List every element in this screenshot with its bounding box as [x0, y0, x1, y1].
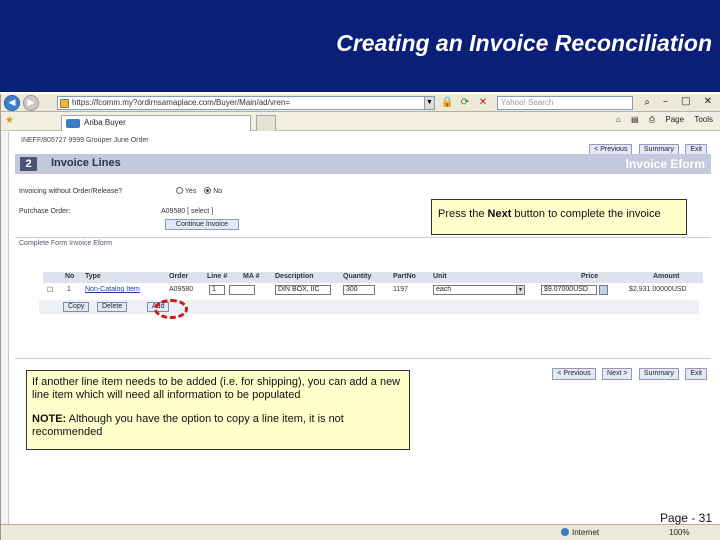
tools-menu[interactable]: Tools — [694, 115, 713, 124]
sub-header: Complete Form Invoice Eform — [15, 237, 711, 250]
step-title: Invoice Lines — [51, 157, 121, 169]
page-number: Page - 31 — [659, 511, 712, 525]
callout-note-bold: NOTE: — [32, 413, 67, 425]
address-toolbar: ◀ ▶ https://fcomm.my?ordirnsamaplace.com… — [1, 94, 720, 112]
new-tab-button[interactable] — [256, 115, 276, 131]
row-checkbox[interactable]: ☐ — [47, 286, 53, 294]
address-bar[interactable]: https://fcomm.my?ordirnsamaplace.com/Buy… — [57, 96, 435, 110]
col-ma: MA # — [243, 273, 260, 280]
step-number: 2 — [20, 157, 37, 171]
continue-invoice-button[interactable]: Continue Invoice — [165, 219, 239, 230]
browser-window: ◀ ▶ https://fcomm.my?ordirnsamaplace.com… — [0, 94, 720, 540]
add-button-highlight — [154, 299, 188, 319]
security-zone: Internet — [561, 528, 599, 537]
line-number-input[interactable]: 1 — [209, 285, 225, 295]
forward-arrow-icon[interactable]: ▶ — [23, 95, 39, 111]
context-line: INEFF/805727 9999 Grouper June Order — [21, 137, 149, 144]
line-grid-header: No Type Order Line # MA # Description Qu… — [43, 272, 703, 283]
favorites-star-icon[interactable]: ★ — [5, 115, 14, 126]
quantity-input[interactable]: 300 — [343, 285, 375, 295]
command-bar: ⌂ ▤ ⎙ Page Tools — [608, 115, 713, 125]
cell-no: 1 — [67, 286, 71, 293]
search-icon[interactable]: ⌕ — [641, 97, 653, 109]
po-value-link[interactable]: A09580 [ select ] — [161, 208, 213, 215]
cell-type-link[interactable]: Non-Catalog Item — [85, 286, 140, 293]
col-description: Description — [275, 273, 314, 280]
unit-select-value: each — [436, 286, 452, 293]
col-partno: PartNo — [393, 273, 416, 280]
cell-order: A09580 — [169, 286, 194, 293]
status-bar: Internet 100% — [1, 524, 720, 540]
chevron-down-icon: ▼ — [516, 286, 524, 294]
next-instruction-callout: Press the Next button to complete the in… — [431, 199, 687, 235]
col-unit: Unit — [433, 273, 447, 280]
tab-bar: ★ Ariba Buyer ⌂ ▤ ⎙ Page Tools — [1, 112, 720, 131]
exit-button-bottom[interactable]: Exit — [685, 368, 707, 380]
po-label: Purchase Order: — [19, 208, 71, 215]
slide-title-band: Creating an Invoice Reconciliation — [0, 0, 720, 92]
col-no: No — [65, 273, 75, 280]
col-quantity: Quantity — [343, 273, 372, 280]
radio-no-label: No — [213, 188, 223, 195]
tab-title: Ariba Buyer — [84, 118, 126, 127]
radio-yes-label: Yes — [184, 188, 197, 195]
ariba-page: INEFF/805727 9999 Grouper June Order < P… — [15, 132, 711, 527]
lock-icon: 🔒 — [441, 97, 454, 108]
stop-icon[interactable]: ✕ — [477, 97, 489, 109]
ariba-logo-icon — [66, 119, 80, 128]
col-line: Line # — [207, 273, 228, 280]
bottom-nav-buttons: < Previous Next > Summary Exit — [550, 362, 707, 380]
address-dropdown-button[interactable]: ▼ — [424, 96, 435, 110]
page-menu[interactable]: Page — [665, 115, 684, 124]
previous-button-bottom[interactable]: < Previous — [552, 368, 596, 380]
callout-next-post: button to complete the invoice — [511, 208, 661, 220]
cell-amount: $2,931.00000USD — [629, 286, 687, 293]
back-arrow-icon[interactable]: ◀ — [4, 95, 20, 111]
search-input[interactable]: Yahoo! Search — [497, 96, 633, 110]
callout-add-text: If another line item needs to be added (… — [32, 376, 401, 401]
callout-next-pre: Press the — [438, 208, 488, 220]
cell-partno: 1197 — [393, 286, 409, 293]
print-icon[interactable]: ⎙ — [649, 115, 655, 124]
eform-title: Invoice Eform — [625, 157, 705, 171]
explorer-side-handle[interactable] — [1, 132, 9, 524]
copy-button[interactable]: Copy — [63, 302, 90, 312]
tab-ariba-buyer[interactable]: Ariba Buyer — [61, 115, 251, 131]
feeds-icon[interactable]: ▤ — [631, 115, 639, 124]
divider — [15, 358, 711, 359]
description-input[interactable]: DIN BOX, IIC — [275, 285, 331, 295]
price-input[interactable]: $9.07000USD — [541, 285, 597, 295]
step-header: 2 Invoice Lines Invoice Eform — [15, 154, 711, 174]
home-icon[interactable]: ⌂ — [616, 115, 621, 124]
address-text: https://fcomm.my?ordirnsamaplace.com/Buy… — [72, 98, 291, 107]
next-button[interactable]: Next > — [602, 368, 633, 380]
col-price: Price — [581, 273, 599, 280]
refresh-icon[interactable]: ⟳ — [459, 97, 471, 109]
summary-button-bottom[interactable]: Summary — [638, 368, 679, 380]
table-row: ☐ 1 Non-Catalog Item A09580 1 DIN BOX, I… — [43, 285, 703, 297]
col-amount: Amount — [653, 273, 680, 280]
slide-title: Creating an Invoice Reconciliation — [336, 30, 712, 56]
radio-no[interactable] — [204, 187, 212, 194]
unit-select[interactable]: each ▼ — [433, 285, 525, 295]
zoom-level[interactable]: 100% — [669, 528, 689, 537]
invoicing-label: Invoicing without Order/Release? — [19, 188, 123, 195]
add-line-callout: If another line item needs to be added (… — [26, 370, 410, 450]
invoicing-question: Invoicing without Order/Release? Yes No — [19, 187, 222, 195]
col-order: Order — [169, 273, 189, 280]
page-icon — [60, 99, 69, 108]
line-actions: Copy Delete Add — [39, 300, 699, 314]
ma-number-input[interactable] — [229, 285, 255, 295]
callout-note-text: Although you have the option to copy a l… — [32, 413, 344, 438]
calculator-icon[interactable] — [599, 285, 608, 295]
delete-button[interactable]: Delete — [97, 302, 128, 312]
callout-note: NOTE: Although you have the option to co… — [32, 413, 404, 439]
callout-next-bold: Next — [487, 208, 512, 220]
window-controls[interactable]: – □ ✕ — [663, 96, 717, 107]
radio-yes[interactable] — [176, 187, 184, 194]
col-type: Type — [85, 273, 101, 280]
